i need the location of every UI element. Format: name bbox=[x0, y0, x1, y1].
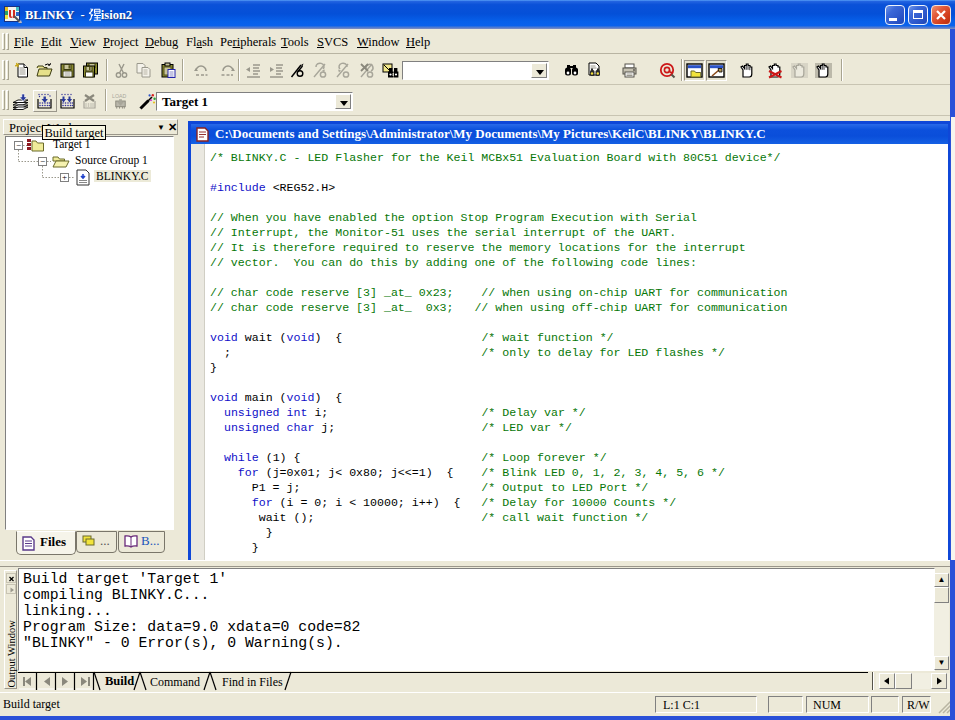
svg-text:LOAD: LOAD bbox=[112, 93, 126, 99]
